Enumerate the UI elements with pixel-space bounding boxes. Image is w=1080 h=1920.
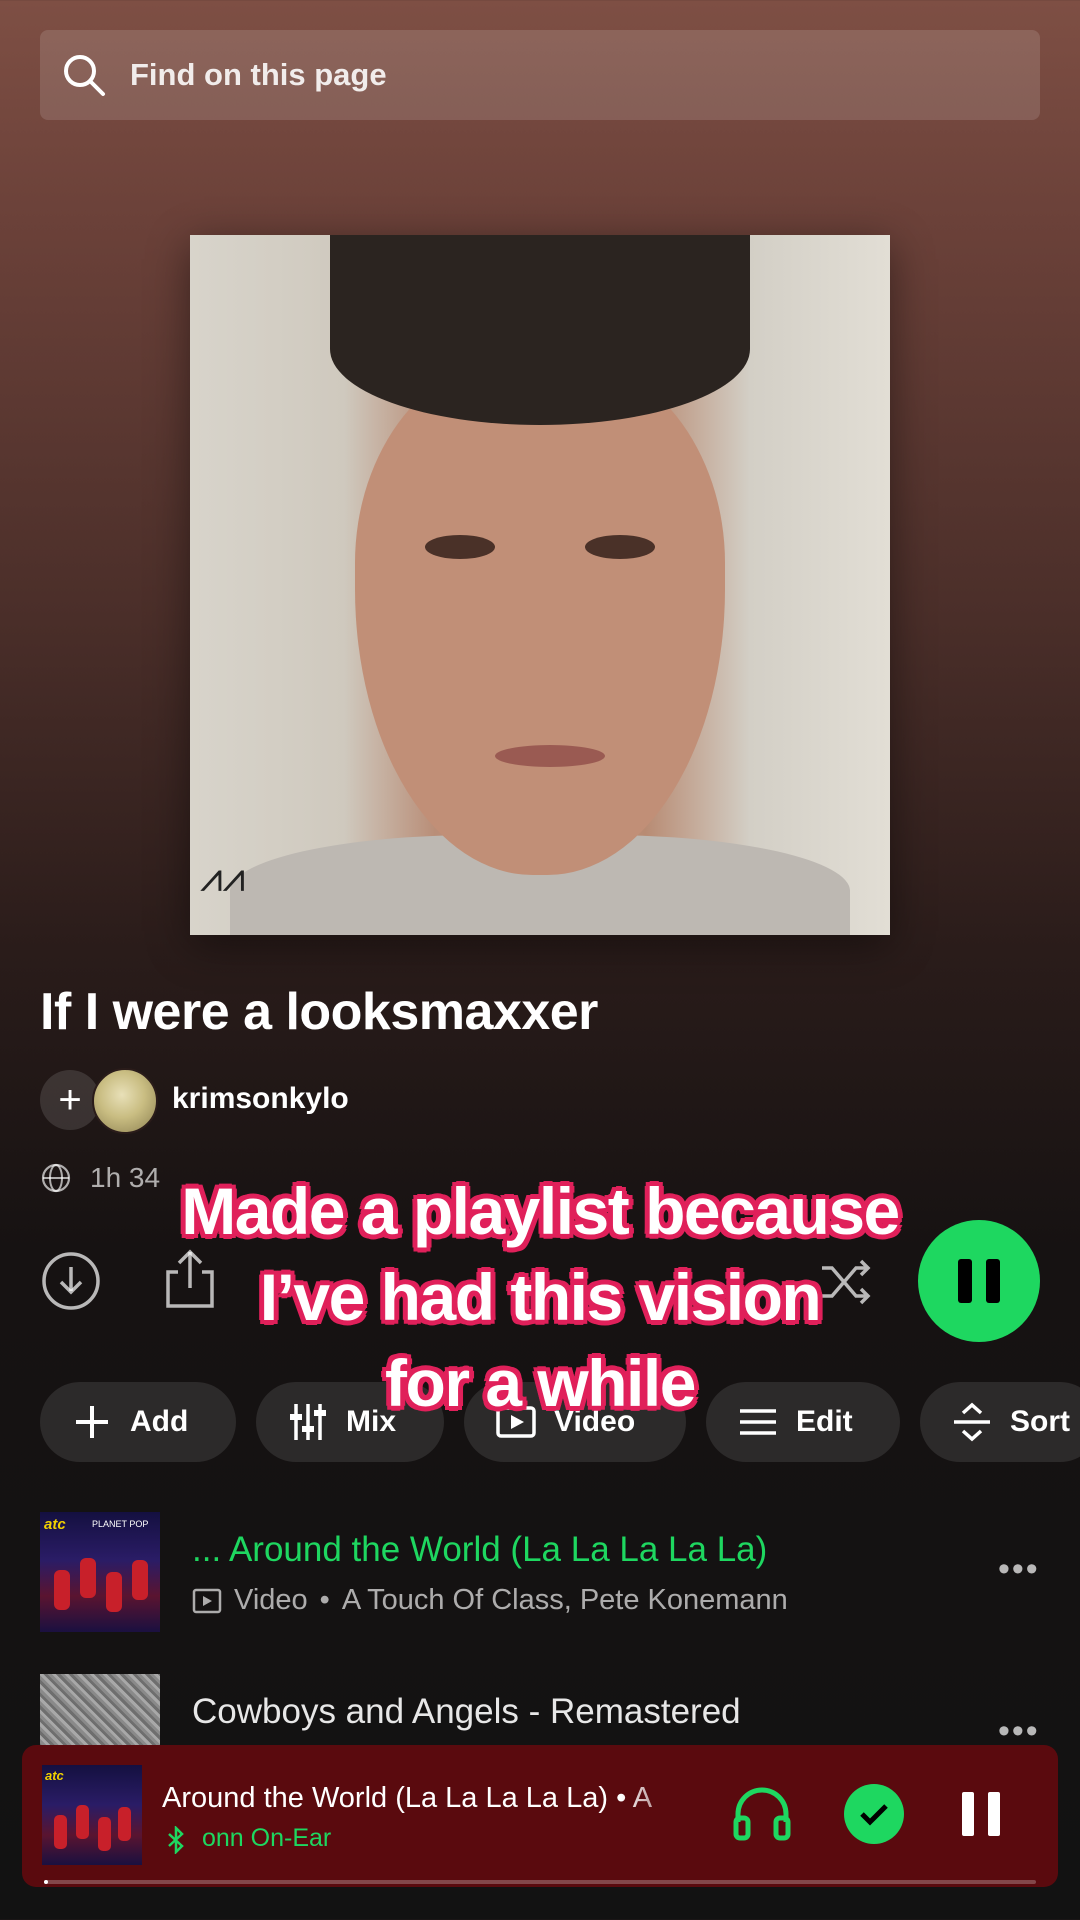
video-icon [192, 1588, 222, 1613]
playlist-title: If I were a looksmaxxer [40, 983, 598, 1041]
artwork-subtitle: PLANET POP [92, 1519, 149, 1529]
search-bar[interactable]: Find on this page [40, 30, 1040, 120]
owner-avatar[interactable] [92, 1068, 158, 1134]
now-playing-device[interactable]: onn On-Ear [202, 1824, 331, 1853]
bluetooth-icon [168, 1826, 184, 1854]
now-playing-title: Around the World (La La La La La) • A [162, 1782, 653, 1814]
track-artists: A Touch Of Class, Pete Konemann [341, 1584, 788, 1616]
playback-progress-fill [44, 1880, 48, 1884]
checkmark-icon [860, 1804, 888, 1826]
pause-icon [962, 1792, 974, 1836]
now-playing-pause-button[interactable] [962, 1792, 1000, 1836]
add-collaborator-button[interactable]: + [40, 1070, 100, 1130]
caption-line: for a while [385, 1346, 696, 1420]
track-title[interactable]: Cowboys and Angels - Remastered [192, 1692, 741, 1732]
video-caption: Made a playlist because I’ve had this vi… [0, 1168, 1080, 1426]
headphones-icon[interactable] [730, 1782, 794, 1846]
track-type: Video [234, 1584, 308, 1616]
saved-check-button[interactable] [844, 1784, 904, 1844]
now-playing-artwork: atc [42, 1765, 142, 1865]
track-artwork[interactable]: atc PLANET POP [40, 1512, 160, 1632]
track-subtitle: Video • A Touch Of Class, Pete Konemann [192, 1584, 788, 1617]
track-title[interactable]: ... Around the World (La La La La La) [192, 1530, 767, 1570]
separator-dot: • [319, 1584, 330, 1616]
more-options-icon[interactable]: ••• [998, 1550, 1040, 1589]
search-icon [64, 55, 105, 96]
playlist-cover-image: ⩘⩘ [190, 235, 890, 935]
playback-progress-track[interactable] [44, 1880, 1036, 1884]
search-placeholder: Find on this page [130, 57, 387, 92]
plus-icon: + [58, 1077, 82, 1122]
artwork-logo: atc [44, 1516, 66, 1533]
artwork-logo: atc [45, 1768, 64, 1783]
caption-line: Made a playlist because [181, 1174, 900, 1248]
caption-line: I’ve had this vision [259, 1260, 822, 1334]
owner-name[interactable]: krimsonkylo [172, 1082, 349, 1116]
